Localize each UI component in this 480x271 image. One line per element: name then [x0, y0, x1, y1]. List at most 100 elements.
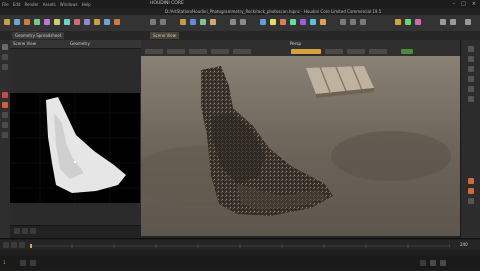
display-option-icon[interactable] [468, 76, 474, 82]
tab-scene-view[interactable]: Scene View [150, 32, 179, 39]
menu-help[interactable]: Help [80, 2, 93, 7]
shelf-tool-icon[interactable] [94, 19, 100, 25]
shelf-tool-icon[interactable] [150, 19, 156, 25]
shelf-tool-icon[interactable] [24, 19, 30, 25]
key-icon[interactable] [30, 260, 36, 266]
viewport-option[interactable] [325, 49, 343, 54]
shelf-tool-icon[interactable] [74, 19, 80, 25]
display-option-icon[interactable] [468, 86, 474, 92]
footer-button[interactable] [30, 228, 36, 234]
viewport-option[interactable] [145, 49, 163, 54]
footer-button[interactable] [14, 228, 20, 234]
shelf-tool-icon[interactable] [450, 19, 456, 25]
camera-icon[interactable] [468, 188, 474, 194]
viewport-option[interactable] [401, 49, 413, 54]
footer-button[interactable] [22, 228, 28, 234]
shelf-tool-icon[interactable] [260, 19, 266, 25]
left-panel-header: Scene View Geometry [10, 40, 141, 49]
step-icon[interactable] [19, 242, 25, 248]
left-panel-title: Scene View [13, 41, 36, 46]
close-icon[interactable]: × [472, 1, 476, 7]
shelf-tool-icon[interactable] [4, 19, 10, 25]
display-option-icon[interactable] [468, 56, 474, 62]
shelf-tool-icon[interactable] [280, 19, 286, 25]
viewport-option[interactable] [211, 49, 229, 54]
shelf-tool-icon[interactable] [405, 19, 411, 25]
shelf-tool-icon[interactable] [34, 19, 40, 25]
viewport-camera-label[interactable]: Persp [290, 41, 301, 46]
viewport-option[interactable] [167, 49, 185, 54]
shelf-tool-icon[interactable] [350, 19, 356, 25]
rotate-tool-icon[interactable] [2, 64, 8, 70]
viewport-accent-option[interactable] [291, 49, 321, 54]
menu-render[interactable]: Render [22, 2, 40, 7]
left-panel-subtitle: Geometry [70, 41, 90, 46]
timeline-ruler[interactable] [30, 244, 450, 248]
snap-tool-icon[interactable] [2, 132, 8, 138]
viewport-option[interactable] [189, 49, 207, 54]
play-icon[interactable] [11, 242, 17, 248]
shelf-tool-icon[interactable] [54, 19, 60, 25]
shelf-tool-icon[interactable] [160, 19, 166, 25]
play-back-icon[interactable] [3, 242, 9, 248]
shelf-tool-icon[interactable] [270, 19, 276, 25]
shelf-tool-icon[interactable] [104, 19, 110, 25]
current-frame[interactable]: 1 [3, 260, 6, 265]
move-tool-icon[interactable] [2, 54, 8, 60]
shelf-tool-icon[interactable] [64, 19, 70, 25]
key-icon[interactable] [20, 260, 26, 266]
menu-bar: File Edit Render Assets Windows Help HOU… [0, 0, 480, 8]
handle-tool-icon[interactable] [2, 92, 8, 98]
menu-windows[interactable]: Windows [58, 2, 80, 7]
shelf-tool-icon[interactable] [240, 19, 246, 25]
maximize-icon[interactable]: □ [461, 1, 466, 7]
shelf-tool-icon[interactable] [210, 19, 216, 25]
menu-assets[interactable]: Assets [41, 2, 58, 7]
shelf-tool-icon[interactable] [290, 19, 296, 25]
main-viewport[interactable] [141, 56, 460, 236]
shelf-tool-icon[interactable] [440, 19, 446, 25]
shelf-tool-icon[interactable] [44, 19, 50, 25]
shelf-tool-icon[interactable] [200, 19, 206, 25]
shelf-tool-icon[interactable] [320, 19, 326, 25]
sync-icon[interactable] [430, 260, 436, 266]
timeline-controls: 1 [0, 256, 480, 270]
shelf-tool-icon[interactable] [180, 19, 186, 25]
light-icon[interactable] [468, 178, 474, 184]
pose-tool-icon[interactable] [2, 102, 8, 108]
view-tool-icon[interactable] [2, 112, 8, 118]
select-tool-icon[interactable] [2, 44, 8, 50]
menu-file[interactable]: File [0, 2, 11, 7]
brush-tool-icon[interactable] [2, 122, 8, 128]
left-viewport[interactable] [10, 93, 140, 203]
settings-icon[interactable] [420, 260, 426, 266]
shelf-tool-icon[interactable] [360, 19, 366, 25]
app-title: HOUDINI CORE [150, 1, 184, 6]
shelf-tool-icon[interactable] [340, 19, 346, 25]
shelf-tool-icon[interactable] [395, 19, 401, 25]
display-option-icon[interactable] [468, 66, 474, 72]
viewport-option[interactable] [347, 49, 365, 54]
menu-edit[interactable]: Edit [11, 2, 23, 7]
audio-icon[interactable] [440, 260, 446, 266]
viewport-option[interactable] [233, 49, 251, 54]
viewport-header: Persp [141, 40, 460, 57]
minimize-icon[interactable]: – [453, 1, 456, 7]
shelf-tool-icon[interactable] [84, 19, 90, 25]
display-option-icon[interactable] [468, 46, 474, 52]
shelf-tool-icon[interactable] [114, 19, 120, 25]
shelf-tool-icon[interactable] [190, 19, 196, 25]
shelf-tool-icon[interactable] [14, 19, 20, 25]
shelf-toolbar [0, 15, 480, 32]
shelf-tool-icon[interactable] [300, 19, 306, 25]
shelf-tool-icon[interactable] [230, 19, 236, 25]
shelf-tool-icon[interactable] [310, 19, 316, 25]
display-option-icon[interactable] [468, 198, 474, 204]
tab-left-pane[interactable]: Geometry Spreadsheet [12, 32, 65, 39]
display-option-icon[interactable] [468, 96, 474, 102]
left-panel-footer [10, 225, 141, 239]
viewport-option[interactable] [369, 49, 387, 54]
end-frame: 240 [460, 242, 468, 247]
shelf-tool-icon[interactable] [415, 19, 421, 25]
shelf-tool-icon[interactable] [465, 19, 471, 25]
